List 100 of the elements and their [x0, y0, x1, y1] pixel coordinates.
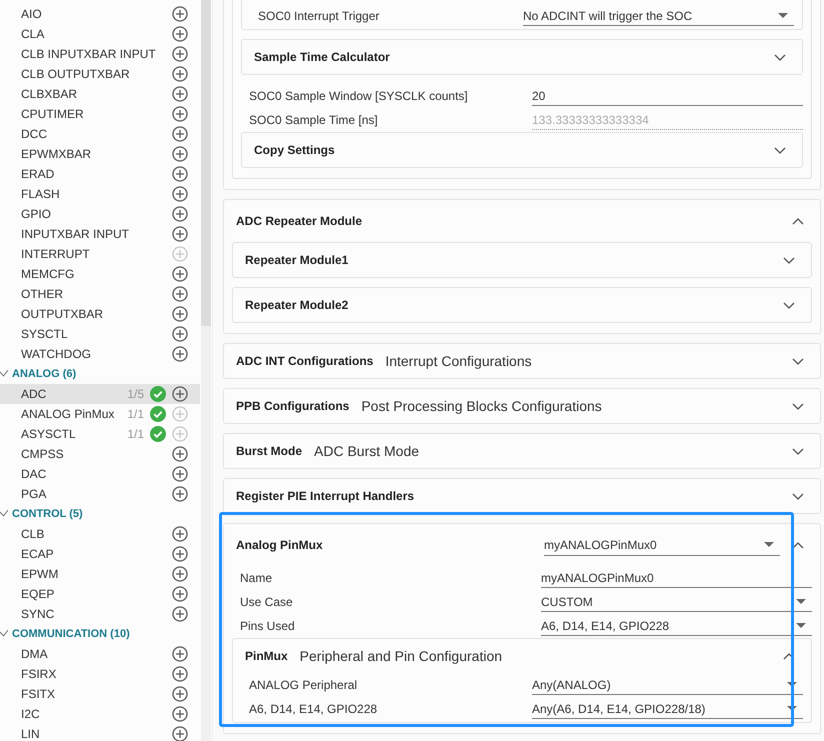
sidebar-item[interactable]: WATCHDOG: [0, 344, 200, 364]
add-icon[interactable]: [172, 146, 188, 162]
add-icon[interactable]: [172, 126, 188, 142]
section-title[interactable]: Register PIE Interrupt Handlers: [236, 489, 414, 503]
add-icon[interactable]: [172, 566, 188, 582]
sidebar-item[interactable]: CMPSS: [0, 444, 200, 464]
sidebar-item[interactable]: MEMCFG: [0, 264, 200, 284]
sidebar-item[interactable]: FSITX: [0, 684, 200, 704]
section-title[interactable]: Repeater Module1: [245, 253, 348, 267]
sidebar-item[interactable]: EQEP: [0, 584, 200, 604]
add-icon[interactable]: [172, 226, 188, 242]
sidebar-item[interactable]: CPUTIMER: [0, 104, 200, 124]
group-header[interactable]: CONTROL (5): [12, 508, 83, 520]
add-icon[interactable]: [172, 26, 188, 42]
chevron-down-icon[interactable]: [792, 402, 804, 410]
add-icon[interactable]: [172, 386, 188, 402]
add-icon[interactable]: [172, 646, 188, 662]
sidebar-item[interactable]: INPUTXBAR INPUT: [0, 224, 200, 244]
add-icon[interactable]: [172, 486, 188, 502]
collapse-icon[interactable]: [0, 370, 8, 378]
add-icon[interactable]: [172, 606, 188, 622]
add-icon[interactable]: [172, 546, 188, 562]
chevron-up-icon[interactable]: [792, 540, 804, 550]
sidebar-item[interactable]: SYNC: [0, 604, 200, 624]
collapse-icon[interactable]: [0, 510, 8, 518]
chevron-down-icon[interactable]: [774, 52, 786, 62]
add-icon[interactable]: [172, 306, 188, 322]
add-icon[interactable]: [172, 686, 188, 702]
add-icon[interactable]: [172, 286, 188, 302]
add-icon[interactable]: [172, 466, 188, 482]
sidebar-item[interactable]: CLA: [0, 24, 200, 44]
sidebar-item[interactable]: AIO: [0, 4, 200, 24]
sidebar-item[interactable]: CLB INPUTXBAR INPUT: [0, 44, 200, 64]
add-icon[interactable]: [172, 526, 188, 542]
chevron-up-icon[interactable]: [792, 216, 804, 226]
sidebar-item[interactable]: CLBXBAR: [0, 84, 200, 104]
collapse-icon[interactable]: [0, 630, 8, 638]
chevron-down-icon[interactable]: [792, 492, 804, 500]
sidebar-item[interactable]: EPWMXBAR: [0, 144, 200, 164]
chevron-down-icon[interactable]: [783, 300, 795, 310]
sidebar-item[interactable]: DCC: [0, 124, 200, 144]
sidebar-item[interactable]: DMA: [0, 644, 200, 664]
add-icon[interactable]: [172, 326, 188, 342]
sidebar-item[interactable]: PGA: [0, 484, 200, 504]
section-title[interactable]: PinMux: [245, 649, 288, 663]
add-icon[interactable]: [172, 586, 188, 602]
sidebar-item[interactable]: GPIO: [0, 204, 200, 224]
add-icon[interactable]: [172, 6, 188, 22]
add-icon[interactable]: [172, 726, 188, 741]
dropdown[interactable]: A6, D14, E14, GPIO228: [541, 616, 812, 636]
dropdown[interactable]: CUSTOM: [541, 592, 812, 612]
section-title[interactable]: Copy Settings: [254, 143, 335, 157]
add-icon[interactable]: [172, 46, 188, 62]
sidebar-item[interactable]: CLB: [0, 524, 200, 544]
sidebar-item[interactable]: ERAD: [0, 164, 200, 184]
sidebar-item[interactable]: CLB OUTPUTXBAR: [0, 64, 200, 84]
scrollbar-thumb[interactable]: [201, 0, 211, 326]
add-icon[interactable]: [172, 266, 188, 282]
section-title[interactable]: Repeater Module2: [245, 298, 348, 312]
dropdown[interactable]: No ADCINT will trigger the SOC: [523, 6, 794, 26]
section-title[interactable]: Burst Mode: [236, 444, 302, 458]
group-header[interactable]: ANALOG (6): [12, 368, 76, 380]
sidebar-item[interactable]: OTHER: [0, 284, 200, 304]
chevron-down-icon[interactable]: [783, 256, 795, 264]
section-title[interactable]: PPB Configurations: [236, 399, 350, 413]
caret-icon[interactable]: [778, 12, 788, 18]
add-icon[interactable]: [172, 186, 188, 202]
sidebar-item[interactable]: DAC: [0, 464, 200, 484]
sidebar-item[interactable]: ASYSCTL 1/1: [0, 424, 200, 444]
sidebar-item[interactable]: INTERRUPT: [0, 244, 200, 264]
sidebar-item[interactable]: LIN: [0, 724, 200, 741]
caret-icon[interactable]: [764, 542, 774, 548]
add-icon[interactable]: [172, 166, 188, 182]
chevron-down-icon[interactable]: [792, 356, 804, 366]
chevron-down-icon[interactable]: [774, 146, 786, 154]
chevron-down-icon[interactable]: [792, 446, 804, 456]
sidebar-item[interactable]: ADC 1/5: [0, 384, 200, 404]
group-header[interactable]: COMMUNICATION (10): [12, 628, 130, 640]
section-title[interactable]: Sample Time Calculator: [254, 50, 390, 64]
caret-icon[interactable]: [796, 622, 806, 628]
section-title[interactable]: ADC INT Configurations: [236, 354, 374, 368]
add-icon[interactable]: [172, 206, 188, 222]
add-icon[interactable]: [172, 666, 188, 682]
add-icon[interactable]: [172, 106, 188, 122]
section-title[interactable]: Analog PinMux: [236, 538, 323, 552]
add-icon[interactable]: [172, 66, 188, 82]
sidebar-item[interactable]: I2C: [0, 704, 200, 724]
sidebar-item[interactable]: SYSCTL: [0, 324, 200, 344]
sidebar-item[interactable]: ECAP: [0, 544, 200, 564]
add-icon[interactable]: [172, 446, 188, 462]
dropdown[interactable]: myANALOGPinMux0: [544, 534, 780, 556]
add-icon[interactable]: [172, 346, 188, 362]
input-field[interactable]: myANALOGPinMux0: [541, 568, 812, 588]
sidebar-item[interactable]: EPWM: [0, 564, 200, 584]
section-title[interactable]: ADC Repeater Module: [236, 214, 362, 228]
add-icon[interactable]: [172, 706, 188, 722]
sidebar-item[interactable]: OUTPUTXBAR: [0, 304, 200, 324]
add-icon[interactable]: [172, 86, 188, 102]
sidebar-item[interactable]: ANALOG PinMux 1/1: [0, 404, 200, 424]
sidebar-item[interactable]: FSIRX: [0, 664, 200, 684]
